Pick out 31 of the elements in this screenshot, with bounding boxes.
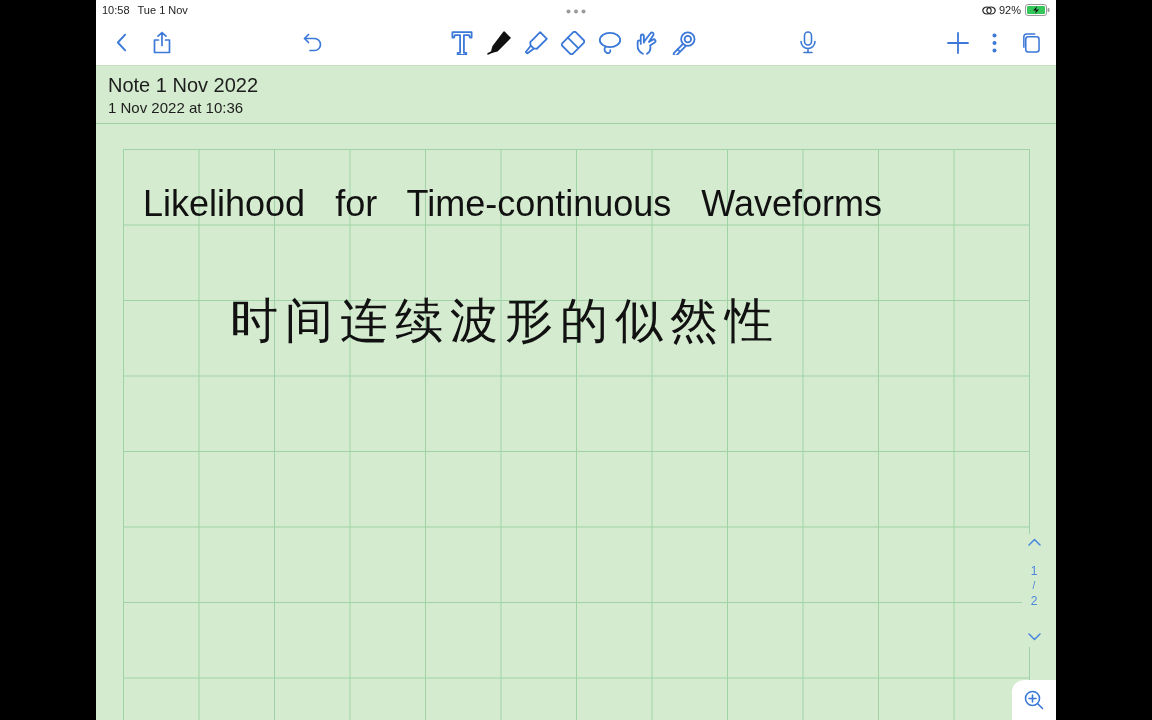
page-separator: /	[1032, 580, 1036, 592]
note-date: 1 Nov 2022 at 10:36	[108, 99, 245, 117]
chevron-down-icon[interactable]	[1027, 633, 1041, 641]
battery-percent: 92%	[998, 4, 1021, 16]
chevron-up-icon[interactable]	[1027, 538, 1041, 546]
note-title: Note 1 Nov 2022	[108, 73, 260, 97]
handwritten-text: Likelihood for Time-continuous Waveforms	[143, 182, 883, 226]
text-tool-icon[interactable]	[450, 30, 474, 55]
undo-icon[interactable]	[302, 33, 322, 52]
microphone-icon[interactable]	[800, 31, 816, 54]
pen-icon[interactable]	[487, 30, 511, 55]
highlighter-icon[interactable]	[524, 30, 548, 55]
plus-icon[interactable]	[947, 31, 969, 54]
more-options-icon[interactable]	[991, 32, 997, 53]
lasso-icon[interactable]	[598, 30, 622, 55]
status-time: 10:58	[102, 4, 130, 16]
zoom-button[interactable]	[1012, 680, 1056, 720]
zoom-in-icon	[1024, 690, 1044, 710]
hand-icon[interactable]	[635, 30, 659, 55]
page-number: 1	[1030, 564, 1038, 578]
status-date: Tue 1 Nov	[137, 4, 188, 16]
multitasking-dots-icon[interactable]	[566, 9, 586, 14]
eraser-icon[interactable]	[561, 30, 585, 55]
back-chevron-icon[interactable]	[115, 33, 127, 52]
battery-charging-icon	[1025, 4, 1050, 16]
handwritten-text: 时间连续波形的似然性	[230, 293, 781, 349]
page-count: 2	[1030, 594, 1038, 608]
wand-icon[interactable]	[672, 30, 696, 55]
linked-rings-icon	[981, 5, 996, 15]
share-icon[interactable]	[153, 31, 171, 54]
pages-icon[interactable]	[1020, 32, 1040, 53]
